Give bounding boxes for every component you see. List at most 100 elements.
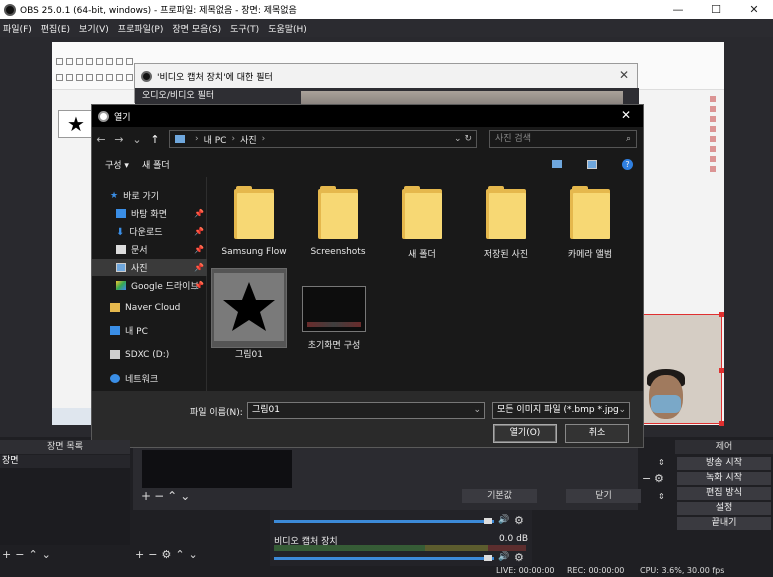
sidebar-item-label: SDXC (D:)	[125, 349, 170, 360]
address-bar[interactable]: › 내 PC › 사진 › ⌄ ↻	[169, 130, 477, 148]
sidebar-item-network[interactable]: 네트워크	[92, 370, 207, 387]
menu-scene-collection[interactable]: 장면 모음(S)	[172, 22, 221, 35]
scene-list-item[interactable]: 장면	[0, 455, 130, 468]
menu-view[interactable]: 보기(V)	[79, 22, 109, 35]
menu-help[interactable]: 도움말(H)	[268, 22, 307, 35]
pin-icon[interactable]: 📌	[194, 263, 204, 272]
exit-button[interactable]: 끝내기	[677, 517, 771, 530]
gear-icon[interactable]: ⚙	[161, 548, 175, 561]
volume-knob[interactable]	[484, 555, 492, 561]
menu-file[interactable]: 파일(F)	[3, 22, 32, 35]
close-icon[interactable]: ✕	[735, 0, 773, 19]
image-file-item[interactable]: 그림01	[211, 268, 287, 360]
refresh-icon[interactable]: ⌄ ↻	[454, 134, 472, 144]
view-options-icon[interactable]	[552, 160, 562, 168]
remove-icon[interactable]: −	[642, 472, 651, 485]
chevron-up-icon[interactable]: ⌃	[28, 548, 41, 561]
chevron-up-icon[interactable]: ⌃	[167, 489, 180, 503]
pin-icon[interactable]: 📌	[194, 227, 204, 236]
sidebar-item-label: 내 PC	[125, 327, 148, 337]
gear-icon[interactable]: ⚙	[654, 472, 664, 485]
sidebar-item-desktop[interactable]: 바탕 화면 📌	[92, 205, 207, 222]
resize-handle[interactable]	[719, 368, 724, 373]
remove-icon[interactable]: −	[15, 548, 28, 561]
sidebar-item-this-pc[interactable]: 내 PC	[92, 322, 207, 339]
filename-label: 파일 이름(N):	[190, 408, 243, 418]
chevron-down-icon[interactable]: ⌄	[180, 489, 193, 503]
folder-item[interactable]: 카메라 앨범	[550, 186, 630, 260]
sidebar-item-label: 다운로드	[129, 228, 163, 238]
volume-slider[interactable]	[274, 557, 494, 560]
forward-arrow-icon[interactable]: →	[110, 133, 128, 146]
chevron-down-icon[interactable]: ⌄	[189, 548, 202, 561]
pin-icon[interactable]: 📌	[194, 281, 204, 290]
gear-icon[interactable]: ⚙	[514, 514, 524, 527]
menu-edit[interactable]: 편집(E)	[41, 22, 70, 35]
studio-mode-button[interactable]: 편집 방식	[677, 487, 771, 500]
pin-icon[interactable]: 📌	[194, 209, 204, 218]
document-icon	[116, 245, 126, 254]
add-icon[interactable]: +	[141, 489, 154, 503]
chevron-down-icon[interactable]: ⌄	[128, 133, 146, 146]
add-icon[interactable]: +	[2, 548, 15, 561]
sidebar-item-sdxc[interactable]: SDXC (D:)	[92, 346, 207, 363]
start-recording-button[interactable]: 녹화 시작	[677, 472, 771, 485]
cancel-button[interactable]: 취소	[565, 424, 629, 443]
folder-item[interactable]: 새 폴더	[382, 186, 462, 260]
sidebar-item-label: 문서	[131, 246, 148, 256]
close-icon[interactable]: ✕	[619, 68, 629, 82]
volume-knob[interactable]	[484, 518, 492, 524]
sidebar-item-naver-cloud[interactable]: Naver Cloud	[92, 299, 207, 316]
search-input[interactable]: 사진 검색 ⌕	[489, 130, 637, 148]
up-arrow-icon[interactable]: ↑	[146, 133, 164, 146]
add-icon[interactable]: +	[135, 548, 148, 561]
sidebar-item-downloads[interactable]: ⬇ 다운로드 📌	[92, 223, 207, 240]
webcam-source[interactable]	[640, 314, 722, 424]
minimize-icon[interactable]: —	[659, 0, 697, 19]
chevron-down-icon[interactable]: ⌄	[473, 403, 481, 418]
close-button[interactable]: 닫기	[566, 489, 641, 503]
speaker-icon[interactable]: 🔊	[498, 552, 509, 562]
organize-button[interactable]: 구성 ▾	[105, 158, 129, 171]
chevron-up-icon[interactable]: ⌃	[175, 548, 188, 561]
resize-handle[interactable]	[719, 312, 724, 317]
new-folder-button[interactable]: 새 폴더	[142, 158, 170, 171]
folder-item[interactable]: Samsung Flow	[214, 186, 294, 257]
filetype-select[interactable]: 모든 이미지 파일 (*.bmp *.jpg ⌄	[492, 402, 630, 419]
breadcrumb-item[interactable]: 사진	[240, 133, 257, 146]
file-dialog-nav: ← → ⌄ ↑ › 내 PC › 사진 › ⌄ ↻ 사진 검색 ⌕	[92, 127, 643, 151]
folder-item[interactable]: Screenshots	[298, 186, 378, 257]
remove-icon[interactable]: −	[148, 548, 161, 561]
pin-icon[interactable]: 📌	[194, 245, 204, 254]
desktop-icon	[116, 209, 126, 218]
start-streaming-button[interactable]: 방송 시작	[677, 457, 771, 470]
image-file-item[interactable]: 초기화면 구성	[294, 286, 374, 351]
breadcrumb-item[interactable]: 내 PC	[204, 133, 227, 146]
close-icon[interactable]: ✕	[621, 108, 631, 122]
spin-icon[interactable]: ⇕	[658, 458, 665, 467]
sidebar-item-quick-access[interactable]: ★ 바로 가기	[92, 187, 207, 204]
chevron-down-icon[interactable]: ⌄	[618, 403, 626, 418]
speaker-icon[interactable]: 🔊	[498, 515, 509, 525]
preview-pane-icon[interactable]	[587, 159, 597, 169]
folder-item[interactable]: 저장된 사진	[466, 186, 546, 260]
sidebar-item-pictures[interactable]: 사진 📌	[92, 259, 207, 276]
defaults-button[interactable]: 기본값	[462, 489, 537, 503]
spin-icon[interactable]: ⇕	[658, 492, 665, 501]
open-button[interactable]: 열기(O)	[493, 424, 557, 443]
settings-button[interactable]: 설정	[677, 502, 771, 515]
menu-profile[interactable]: 프로파일(P)	[118, 22, 164, 35]
sidebar-item-google-drive[interactable]: Google 드라이브 📌	[92, 277, 207, 294]
back-arrow-icon[interactable]: ←	[92, 133, 110, 146]
resize-handle[interactable]	[719, 421, 724, 426]
remove-icon[interactable]: −	[154, 489, 167, 503]
audio-mixer: 🔊 ⚙ 비디오 캡처 장치 0.0 dB 🔊 ⚙	[270, 510, 532, 566]
filename-input[interactable]: 그림01 ⌄	[247, 402, 485, 419]
volume-slider[interactable]	[274, 520, 494, 523]
maximize-icon[interactable]: ☐	[697, 0, 735, 19]
help-icon[interactable]: ?	[622, 158, 633, 170]
chevron-down-icon[interactable]: ⌄	[42, 548, 55, 561]
gear-icon[interactable]: ⚙	[514, 551, 524, 564]
menu-tools[interactable]: 도구(T)	[230, 22, 259, 35]
sidebar-item-documents[interactable]: 문서 📌	[92, 241, 207, 258]
